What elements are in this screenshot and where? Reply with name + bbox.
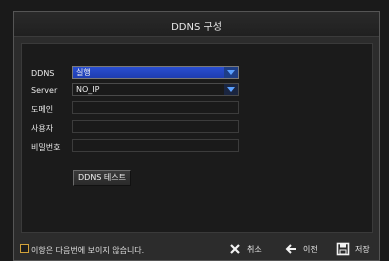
- ddns-label: DDNS: [31, 69, 55, 78]
- cancel-button[interactable]: 취소: [228, 241, 262, 257]
- cancel-label: 취소: [247, 244, 262, 254]
- dialog-titlebar: DDNS 구성: [14, 12, 379, 37]
- dont-show-again-checkbox[interactable]: [20, 244, 29, 253]
- dialog-title: DDNS 구성: [171, 22, 222, 33]
- ddns-test-button[interactable]: DDNS 테스트: [73, 170, 132, 186]
- dialog-footer: 이항은 다음번에 보이지 않습니다. 취소 이전 저장: [14, 238, 379, 260]
- domain-input[interactable]: [72, 101, 239, 114]
- dont-show-again-label: 이항은 다음번에 보이지 않습니다.: [31, 246, 145, 255]
- password-input[interactable]: [72, 139, 239, 152]
- chevron-down-icon[interactable]: [224, 84, 238, 95]
- server-label: Server: [31, 86, 58, 95]
- password-label: 비밀번호: [31, 143, 61, 152]
- back-button[interactable]: 이전: [284, 241, 318, 257]
- domain-label: 도메인: [31, 105, 54, 114]
- save-label: 저장: [355, 244, 370, 254]
- user-label: 사용자: [31, 124, 54, 133]
- server-select[interactable]: NO_IP: [72, 83, 239, 96]
- ddns-select[interactable]: 실행: [72, 66, 239, 79]
- arrow-left-icon: [284, 242, 298, 256]
- user-input[interactable]: [72, 120, 239, 133]
- chevron-down-icon[interactable]: [224, 67, 238, 78]
- back-label: 이전: [303, 244, 318, 254]
- close-icon: [228, 242, 242, 256]
- settings-panel: DDNS 실행 Server NO_IP 도메인 사용자 비밀번호 DDNS 테…: [21, 43, 373, 233]
- server-select-value: NO_IP: [76, 85, 100, 94]
- ddns-config-dialog: DDNS 구성 DDNS 실행 Server NO_IP 도메인 사용자 비밀번…: [13, 11, 380, 261]
- floppy-disk-icon: [336, 242, 350, 256]
- ddns-select-value: 실행: [76, 68, 91, 77]
- save-button[interactable]: 저장: [336, 241, 370, 257]
